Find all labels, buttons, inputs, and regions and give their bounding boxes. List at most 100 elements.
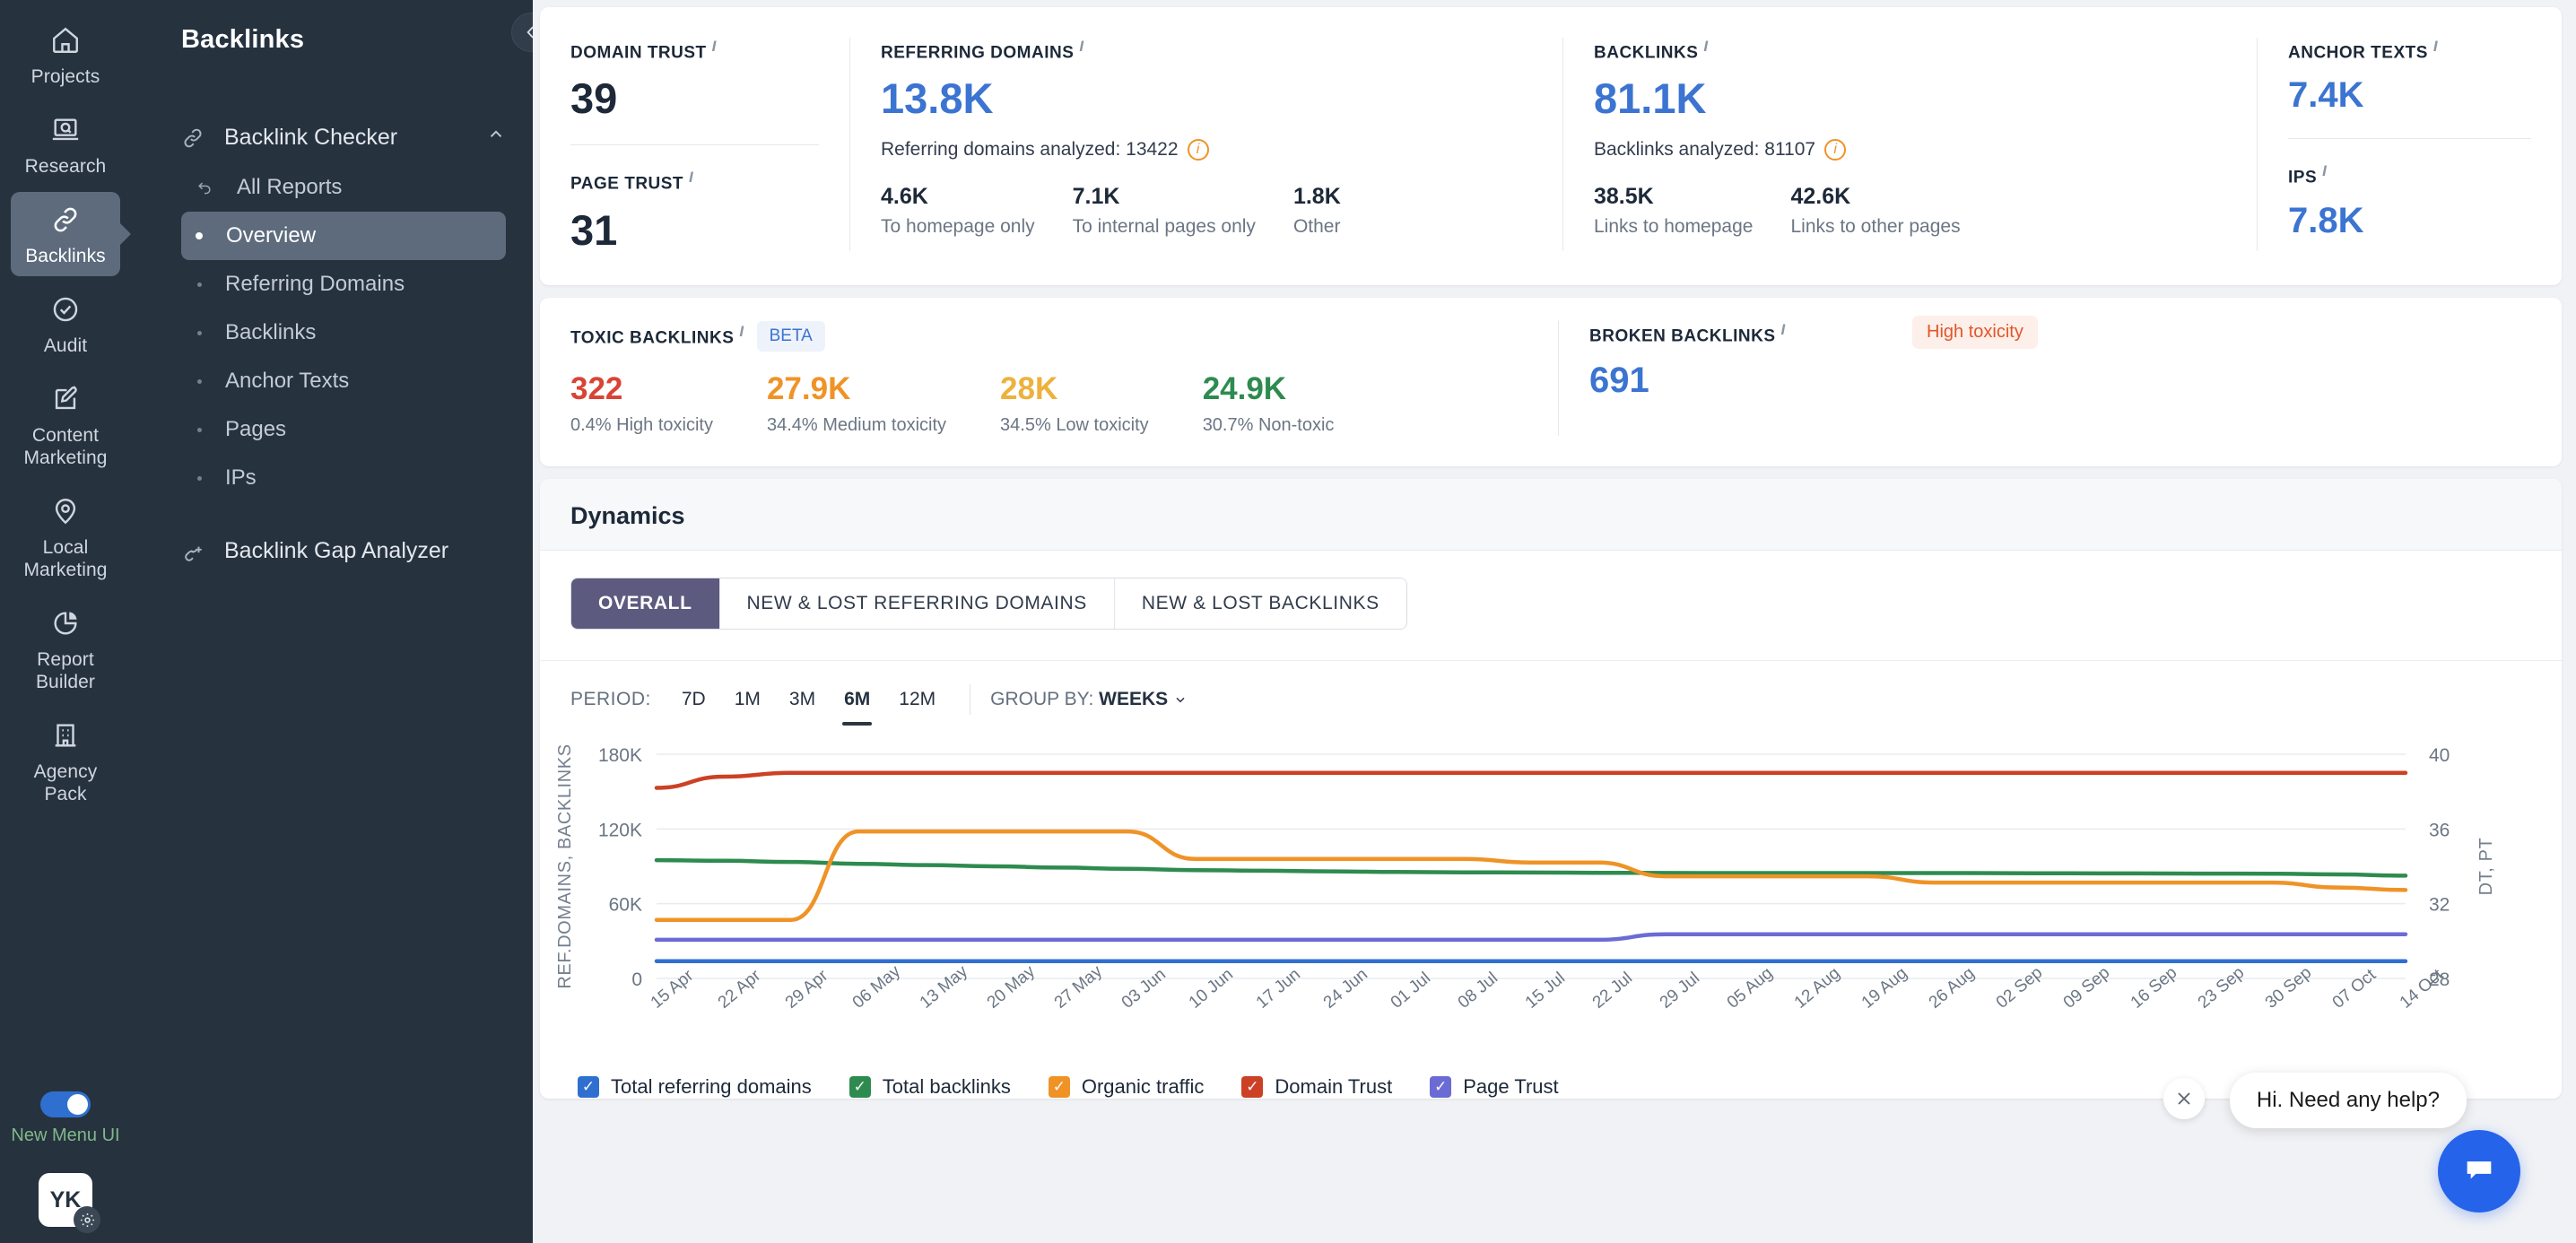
backlinks-value[interactable]: 81.1K [1594, 77, 2226, 119]
y2-axis-tick: 32 [2429, 894, 2450, 915]
info-icon[interactable]: i [739, 323, 744, 340]
x-axis-tick: 20 May [984, 961, 1040, 1012]
rail-item-report-builder[interactable]: Report Builder [11, 595, 120, 702]
group-by-value: WEEKS [1099, 689, 1168, 709]
sidebar-item-referring-domains[interactable]: Referring Domains [181, 260, 506, 309]
dynamics-chart: 060K120K180K 28323640 15 Apr22 Apr29 Apr… [540, 738, 2562, 1061]
rail-label: Content Marketing [14, 424, 117, 469]
chat-greeting-bubble[interactable]: Hi. Need any help? [2230, 1073, 2467, 1128]
divider [570, 144, 819, 145]
info-icon[interactable]: i [1781, 321, 1786, 338]
link-plus-icon [181, 540, 205, 563]
broken-backlinks-label: BROKEN BACKLINKSi [1589, 321, 2531, 346]
y2-axis-tick: 40 [2429, 745, 2450, 766]
legend-item-organic-traffic[interactable]: ✓Organic traffic [1049, 1075, 1205, 1099]
legend-item-total-backlinks[interactable]: ✓ Total backlinks [849, 1075, 1011, 1099]
info-icon[interactable]: i [1188, 139, 1209, 161]
home-icon [50, 23, 81, 57]
toxic-backlinks-section: TOXIC BACKLINKSi BETA 3220.4% High toxic… [540, 321, 1558, 436]
rail-item-backlinks[interactable]: Backlinks [11, 192, 120, 276]
sidebar-item-label: Backlinks [225, 320, 316, 345]
checkbox[interactable]: ✓ [1049, 1076, 1070, 1098]
checkbox[interactable]: ✓ [578, 1076, 599, 1098]
info-icon[interactable]: i [1079, 38, 1083, 55]
link-icon [181, 126, 205, 150]
referring-domains-value[interactable]: 13.8K [881, 77, 1532, 119]
sidebar-item-all-reports[interactable]: All Reports [181, 163, 506, 212]
rail-label: Audit [44, 335, 87, 357]
tab-new-lost-referring-domains[interactable]: NEW & LOST REFERRING DOMAINS [720, 578, 1115, 629]
legend-item-page-trust[interactable]: ✓Page Trust [1430, 1075, 1558, 1099]
rail-footer: New Menu UI YK [0, 1091, 131, 1227]
gear-icon[interactable] [74, 1206, 100, 1233]
rail-item-audit[interactable]: Audit [11, 282, 120, 366]
anchor-texts-value[interactable]: 7.4K [2288, 77, 2531, 113]
breakdown-item: 42.6KLinks to other pages [1790, 184, 1997, 238]
chat-close-button[interactable] [2163, 1078, 2205, 1119]
info-icon[interactable]: i [689, 169, 693, 186]
nav-group-backlink-checker[interactable]: Backlink Checker [131, 112, 533, 163]
rail-item-agency-pack[interactable]: Agency Pack [11, 708, 120, 814]
chat-launcher-button[interactable] [2438, 1130, 2520, 1213]
breakdown-item: 38.5KLinks to homepage [1594, 184, 1790, 238]
sidebar-item-label: Pages [225, 417, 286, 442]
period-12m[interactable]: 12M [884, 685, 950, 714]
info-icon[interactable]: i [1703, 38, 1708, 55]
sidebar-item-ips[interactable]: IPs [181, 454, 506, 502]
divider [2288, 138, 2531, 139]
checkbox[interactable]: ✓ [1241, 1076, 1263, 1098]
sidebar-item-label: IPs [225, 465, 257, 491]
bullet-icon [197, 379, 202, 384]
y2-axis-title: DT, PT [2476, 837, 2496, 895]
x-axis-tick: 17 Jun [1253, 965, 1304, 1013]
rail-item-research[interactable]: Research [11, 102, 120, 187]
nav-group-backlink-gap-analyzer[interactable]: Backlink Gap Analyzer [131, 526, 533, 577]
period-7d[interactable]: 7D [667, 685, 720, 714]
toxic-breakdown: 3220.4% High toxicity 27.9K34.4% Medium … [570, 371, 1527, 436]
new-menu-ui-toggle[interactable] [40, 1091, 91, 1117]
checkbox[interactable]: ✓ [849, 1076, 871, 1098]
period-6m[interactable]: 6M [830, 685, 884, 714]
sidebar-item-label: Referring Domains [225, 272, 405, 297]
rail-item-local-marketing[interactable]: Local Marketing [11, 483, 120, 590]
bullet-icon [197, 428, 202, 432]
avatar[interactable]: YK [39, 1173, 92, 1227]
backlinks-breakdown: 38.5KLinks to homepage 42.6KLinks to oth… [1594, 184, 2226, 238]
tab-new-lost-backlinks[interactable]: NEW & LOST BACKLINKS [1115, 578, 1406, 629]
sidebar-item-overview[interactable]: Overview [181, 212, 506, 260]
x-axis-tick: 23 Sep [2195, 963, 2249, 1013]
bullet-icon [197, 331, 202, 335]
kpi-backlinks-column: BACKLINKSi 81.1K Backlinks analyzed: 811… [1562, 38, 2257, 251]
x-axis-tick: 26 Aug [1926, 963, 1979, 1012]
broken-backlinks-value[interactable]: 691 [1589, 362, 2531, 398]
info-icon[interactable]: i [1824, 139, 1846, 161]
legend-label: Total backlinks [883, 1075, 1011, 1099]
toxic-backlinks-label: TOXIC BACKLINKS [570, 329, 734, 348]
x-axis-tick: 27 May [1051, 961, 1107, 1012]
rail-item-projects[interactable]: Projects [11, 13, 120, 97]
rail-item-content-marketing[interactable]: Content Marketing [11, 371, 120, 478]
sidebar-item-pages[interactable]: Pages [181, 405, 506, 454]
info-icon[interactable]: i [2433, 38, 2438, 55]
dynamics-card: Dynamics OVERALL NEW & LOST REFERRING DO… [540, 479, 2562, 1099]
info-icon[interactable]: i [2322, 162, 2327, 179]
avatar-initials: YK [50, 1187, 82, 1213]
sidebar-item-label: Overview [226, 223, 316, 248]
page-title: Backlinks [131, 20, 533, 55]
referring-domains-label: REFERRING DOMAINSi [881, 38, 1532, 63]
period-1m[interactable]: 1M [720, 685, 775, 714]
info-icon[interactable]: i [712, 38, 717, 55]
checkbox[interactable]: ✓ [1430, 1076, 1451, 1098]
tab-overall[interactable]: OVERALL [571, 578, 720, 629]
secondary-nav: Backlinks Backlink Checker All Reports O… [131, 0, 533, 1243]
sidebar-item-anchor-texts[interactable]: Anchor Texts [181, 357, 506, 405]
ips-value[interactable]: 7.8K [2288, 203, 2531, 239]
rail-label: Projects [31, 65, 100, 88]
period-3m[interactable]: 3M [775, 685, 830, 714]
legend-item-total-referring-domains[interactable]: ✓Total referring domains [578, 1075, 812, 1099]
group-by-control[interactable]: GROUP BY: WEEKS [990, 689, 1188, 710]
legend-item-domain-trust[interactable]: ✓Domain Trust [1241, 1075, 1392, 1099]
chevron-down-icon [1173, 692, 1188, 707]
sidebar-item-backlinks[interactable]: Backlinks [181, 309, 506, 357]
y2-axis-tick: 36 [2429, 820, 2450, 840]
